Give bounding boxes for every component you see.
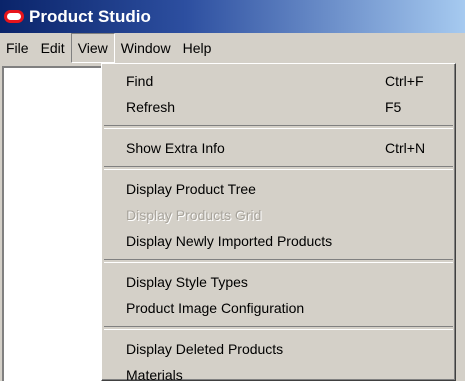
menu-item-shortcut: F5 <box>385 99 402 115</box>
menu-item-label: Display Deleted Products <box>126 341 284 357</box>
menu-separator <box>104 326 453 330</box>
title-bar[interactable]: Product Studio <box>0 0 465 33</box>
menu-item-product-image-configuration[interactable]: Product Image Configuration <box>102 295 455 321</box>
menu-item-label: Display Products Grid <box>126 207 262 223</box>
menu-window[interactable]: Window <box>115 33 177 63</box>
menu-item-label: Display Product Tree <box>126 181 256 197</box>
application-window: Product Studio File Edit View Window Hel… <box>0 0 465 383</box>
menu-separator <box>104 125 453 129</box>
menu-item-label: Show Extra Info <box>126 140 225 156</box>
menu-item-shortcut: Ctrl+N <box>385 140 426 156</box>
menu-file[interactable]: File <box>0 33 35 63</box>
menu-help[interactable]: Help <box>177 33 218 63</box>
menu-item-materials[interactable]: Materials <box>102 362 455 388</box>
menu-item-label: Display Style Types <box>126 274 248 290</box>
menu-item-show-extra-info[interactable]: Show Extra Info Ctrl+N <box>102 135 455 161</box>
menu-item-find[interactable]: Find Ctrl+F <box>102 68 455 94</box>
menu-item-refresh[interactable]: Refresh F5 <box>102 94 455 120</box>
menu-item-label: Product Image Configuration <box>126 300 305 316</box>
view-menu-dropdown: Find Ctrl+F Refresh F5 Show Extra Info C… <box>101 63 456 383</box>
menu-item-display-style-types[interactable]: Display Style Types <box>102 269 455 295</box>
app-logo-icon <box>4 10 24 23</box>
menu-edit[interactable]: Edit <box>35 33 71 63</box>
menu-separator <box>104 166 453 170</box>
menu-item-label: Display Newly Imported Products <box>126 233 333 249</box>
menu-separator <box>104 259 453 263</box>
menu-item-shortcut: Ctrl+F <box>385 73 424 89</box>
window-title: Product Studio <box>29 6 151 26</box>
menu-item-display-newly-imported-products[interactable]: Display Newly Imported Products <box>102 228 455 254</box>
menu-view[interactable]: View <box>70 33 115 63</box>
menu-item-label: Refresh <box>126 99 176 115</box>
menu-item-label: Find <box>126 73 154 89</box>
menu-item-display-product-tree[interactable]: Display Product Tree <box>102 176 455 202</box>
menu-bar: File Edit View Window Help <box>0 33 465 63</box>
menu-item-display-deleted-products[interactable]: Display Deleted Products <box>102 336 455 362</box>
menu-item-display-products-grid: Display Products Grid <box>102 202 455 228</box>
